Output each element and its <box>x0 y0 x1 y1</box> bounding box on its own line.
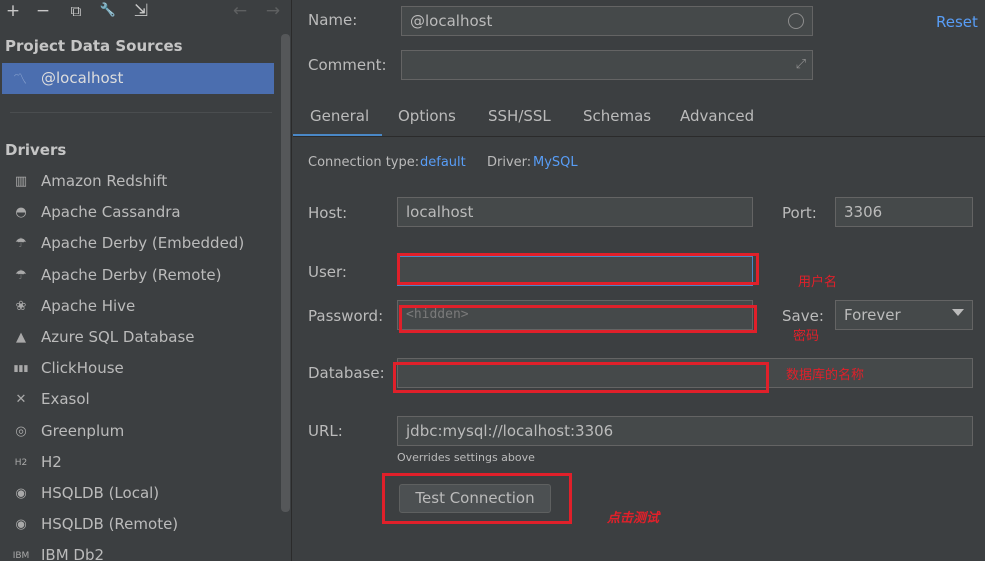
driver-item[interactable]: ▲ Azure SQL Database <box>0 324 280 352</box>
test-annotation-box <box>382 473 572 524</box>
driver-label: Driver: <box>487 155 532 170</box>
connection-settings-panel: Name: @localhost Reset Comment: ⤢ Genera… <box>293 0 985 561</box>
url-label: URL: <box>308 422 343 440</box>
driver-item[interactable]: ☂ Apache Derby (Remote) <box>0 262 280 290</box>
user-label: User: <box>308 263 347 281</box>
drivers-title: Drivers <box>5 141 67 159</box>
host-label: Host: <box>308 204 348 222</box>
user-annotation-note: 用户名 <box>798 275 838 290</box>
driver-item[interactable]: IBM IBM Db2 <box>0 542 280 561</box>
name-value: @localhost <box>410 12 493 30</box>
driver-icon: H2 <box>14 457 28 468</box>
comment-field[interactable]: ⤢ <box>401 50 813 80</box>
chevron-down-icon <box>952 309 964 316</box>
driver-item[interactable]: ❀ Apache Hive <box>0 293 280 321</box>
driver-item[interactable]: ◎ Greenplum <box>0 418 280 446</box>
name-field[interactable]: @localhost <box>401 6 813 36</box>
driver-label: IBM Db2 <box>41 546 105 561</box>
driver-label: Apache Hive <box>41 296 136 315</box>
password-annotation-note: 密码 <box>793 329 820 344</box>
import-icon[interactable]: ⇲ <box>130 0 152 22</box>
driver-label: H2 <box>41 452 62 471</box>
driver-icon: ◉ <box>15 486 27 501</box>
color-circle-icon[interactable] <box>788 13 804 29</box>
driver-item[interactable]: H2 H2 <box>0 449 280 477</box>
save-select[interactable]: Forever <box>835 300 973 330</box>
driver-icon: ☂ <box>15 236 27 252</box>
driver-item[interactable]: ▮▮▮ ClickHouse <box>0 355 280 383</box>
tab-ssh-ssl[interactable]: SSH/SSL <box>488 107 551 125</box>
mysql-dolphin-icon: 〽 <box>13 72 27 88</box>
driver-item[interactable]: ◓ Apache Cassandra <box>0 199 280 227</box>
driver-icon: ◉ <box>15 517 27 533</box>
connection-type-label: Connection type: <box>308 155 420 170</box>
driver-icon: ▲ <box>16 330 26 345</box>
driver-icon: ❀ <box>15 298 27 314</box>
expand-icon[interactable]: ⤢ <box>796 51 806 79</box>
port-label: Port: <box>782 204 817 222</box>
save-value: Forever <box>844 306 901 324</box>
driver-link[interactable]: MySQL <box>533 155 578 170</box>
driver-icon: ◎ <box>15 423 27 439</box>
driver-label: Apache Derby (Embedded) <box>41 234 245 253</box>
url-input[interactable]: jdbc:mysql://localhost:3306 <box>397 416 973 446</box>
name-label: Name: <box>308 11 358 29</box>
user-annotation-box <box>397 253 759 285</box>
url-hint: Overrides settings above <box>397 451 535 464</box>
database-annotation-box <box>393 362 769 393</box>
tab-schemas[interactable]: Schemas <box>583 107 651 125</box>
duplicate-icon[interactable]: ⧉ <box>65 0 87 22</box>
scrollbar[interactable] <box>281 34 290 512</box>
reset-link[interactable]: Reset <box>936 13 978 31</box>
driver-icon: ☂ <box>15 267 27 283</box>
data-sources-panel: + − ⧉ 🔧 ⇲ ← → Project Data Sources 〽 @lo… <box>0 0 292 561</box>
database-label: Database: <box>308 364 385 382</box>
remove-icon[interactable]: − <box>32 0 54 22</box>
driver-label: Exasol <box>41 390 90 409</box>
save-label: Save: <box>782 307 824 325</box>
driver-label: HSQLDB (Remote) <box>41 515 179 534</box>
driver-label: Apache Cassandra <box>41 203 181 222</box>
driver-item[interactable]: ☂ Apache Derby (Embedded) <box>0 230 280 258</box>
host-input[interactable]: localhost <box>397 197 753 227</box>
driver-label: HSQLDB (Local) <box>41 484 160 502</box>
tab-advanced[interactable]: Advanced <box>680 107 754 125</box>
password-label: Password: <box>308 307 384 325</box>
data-source-label: @localhost <box>41 69 124 87</box>
driver-item[interactable]: ◉ HSQLDB (Local) <box>0 480 280 508</box>
project-data-sources-title: Project Data Sources <box>5 37 183 55</box>
data-source-localhost[interactable]: 〽 @localhost <box>2 63 274 94</box>
connection-type-link[interactable]: default <box>420 155 466 170</box>
driver-label: Azure SQL Database <box>41 328 195 346</box>
driver-icon: ◓ <box>15 205 27 221</box>
driver-label: Amazon Redshift <box>41 172 168 190</box>
add-icon[interactable]: + <box>2 0 24 22</box>
divider <box>10 112 272 113</box>
port-input[interactable]: 3306 <box>835 197 973 227</box>
driver-icon: IBM <box>12 551 30 561</box>
driver-label: Greenplum <box>41 421 125 440</box>
driver-icon: ▥ <box>14 174 28 189</box>
driver-icon: ✕ <box>15 392 27 408</box>
back-arrow-icon[interactable]: ← <box>229 0 251 22</box>
driver-icon: ▮▮▮ <box>13 364 29 375</box>
tab-general[interactable]: General <box>310 107 369 125</box>
driver-item[interactable]: ▥ Amazon Redshift <box>0 168 280 196</box>
toolbar: + − ⧉ 🔧 ⇲ ← → <box>0 0 292 24</box>
driver-item[interactable]: ◉ HSQLDB (Remote) <box>0 511 280 539</box>
password-annotation-box <box>399 305 757 333</box>
driver-label: ClickHouse <box>41 359 124 378</box>
comment-label: Comment: <box>308 56 387 74</box>
forward-arrow-icon[interactable]: → <box>262 0 284 22</box>
test-annotation-note: 点击测试 <box>607 511 660 526</box>
driver-label: Apache Derby (Remote) <box>41 265 222 284</box>
database-annotation-note: 数据库的名称 <box>786 368 865 383</box>
driver-item[interactable]: ✕ Exasol <box>0 386 280 414</box>
wrench-icon[interactable]: 🔧 <box>97 0 119 22</box>
tabs-divider <box>293 136 985 137</box>
tab-options[interactable]: Options <box>398 107 456 125</box>
